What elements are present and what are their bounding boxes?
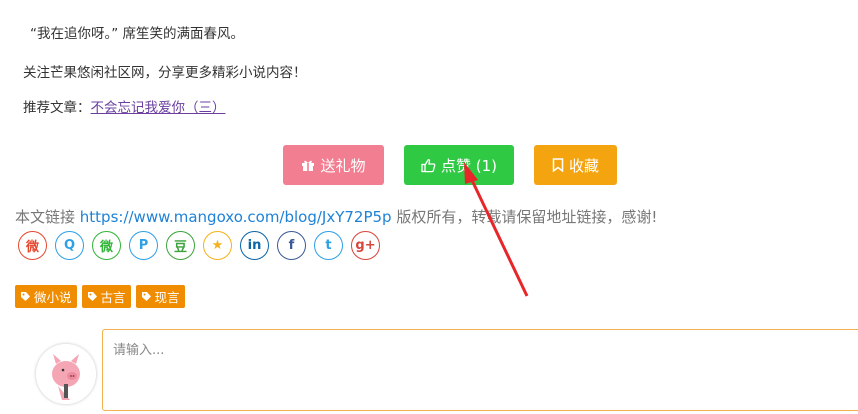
tag-item[interactable]: 古言 (81, 285, 131, 308)
wechat-icon[interactable]: 微 (92, 231, 121, 260)
recommend-line: 推荐文章：不会忘记我爱你（三） (23, 96, 226, 116)
gift-button[interactable]: 送礼物 (283, 145, 384, 185)
bookmark-icon (552, 158, 564, 172)
tag-label: 古言 (100, 290, 126, 305)
avatar (36, 344, 96, 404)
tag-icon (141, 292, 151, 301)
comment-input[interactable]: 请输入... (102, 329, 858, 411)
article-url[interactable]: https://www.mangoxo.com/blog/JxY72P5p (80, 208, 392, 226)
qzone-icon[interactable]: ★ (203, 231, 232, 260)
linkedin-icon[interactable]: in (240, 231, 269, 260)
tag-label: 微小说 (34, 290, 72, 305)
google-plus-icon[interactable]: g+ (351, 231, 380, 260)
pig-avatar-icon (36, 344, 96, 404)
recommend-label: 推荐文章： (23, 100, 91, 116)
weibo-icon[interactable]: 微 (18, 231, 47, 260)
link-prefix: 本文链接 (15, 208, 80, 226)
twitter-icon[interactable]: t (314, 231, 343, 260)
facebook-icon[interactable]: f (277, 231, 306, 260)
favorite-button[interactable]: 收藏 (534, 145, 617, 185)
gift-icon (301, 158, 315, 172)
pinterest-icon[interactable]: P (129, 231, 158, 260)
copyright-text: 版权所有，转载请保留地址链接，感谢! (391, 208, 658, 226)
favorite-label: 收藏 (568, 156, 599, 175)
tag-item[interactable]: 现言 (135, 285, 185, 308)
story-line: “我在追你呀。” 席笙笑的满面春风。 (30, 26, 245, 42)
share-bar: 微 Q 微 P 豆 ★ in f t g+ (18, 231, 380, 260)
douban-icon[interactable]: 豆 (166, 231, 195, 260)
tag-icon (21, 292, 30, 301)
like-button[interactable]: 点赞 (1) (404, 145, 514, 185)
qq-icon[interactable]: Q (55, 231, 84, 260)
tag-label: 现言 (154, 290, 180, 305)
tag-list: 微小说 古言 现言 (15, 285, 185, 308)
recommend-link[interactable]: 不会忘记我爱你（三） (91, 100, 226, 116)
tag-icon (87, 292, 97, 301)
gift-label: 送礼物 (320, 156, 366, 175)
thumbs-up-icon (421, 158, 436, 173)
follow-notice: 关注芒果悠闲社区网，分享更多精彩小说内容！ (23, 65, 307, 81)
article-link-line: 本文链接 https://www.mangoxo.com/blog/JxY72P… (15, 206, 657, 227)
like-label: 点赞 (1) (440, 156, 498, 175)
tag-item[interactable]: 微小说 (15, 285, 77, 308)
